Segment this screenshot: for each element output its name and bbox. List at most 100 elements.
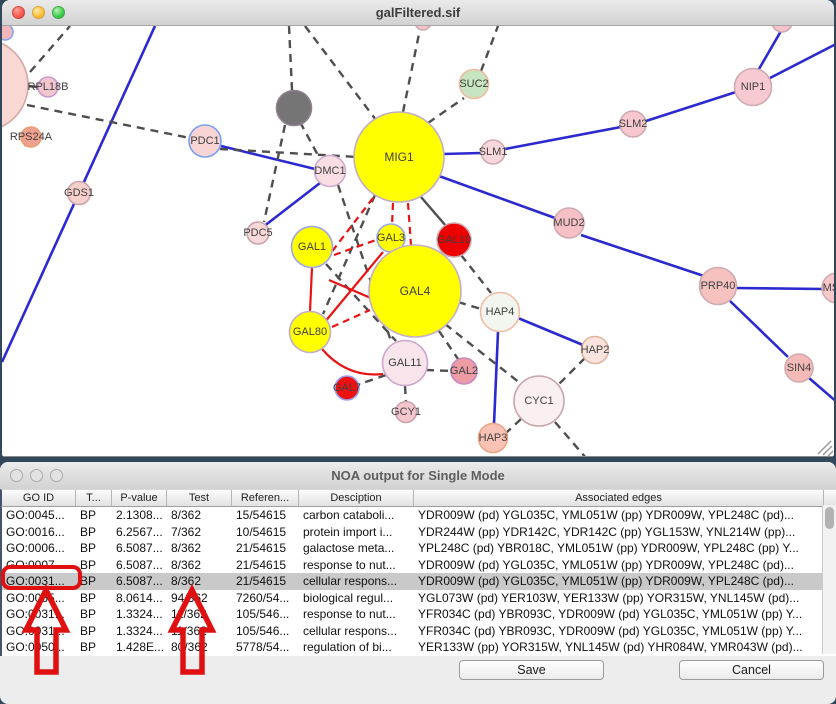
table-cell: 8/362 [167,557,232,574]
minimize-button-inactive[interactable] [30,469,43,482]
table-cell: 6.5087... [112,573,167,590]
network-edge [518,318,583,345]
table-cell: 8/362 [167,540,232,557]
node-label: HAP3 [479,432,508,444]
table-cell: 21/54615 [232,573,299,590]
table-cell: BP [76,524,112,541]
table-cell: BP [76,507,112,524]
column-header-t-[interactable]: T... [76,490,112,506]
node-label: HAP4 [486,306,515,318]
network-edge [289,26,292,90]
zoom-button[interactable] [52,6,65,19]
node-label: GAL80 [293,326,327,338]
table-cell: response to nut... [299,606,414,623]
table-cell: galactose meta... [299,540,414,557]
table-cell: cellular respons... [299,573,414,590]
table-row-2[interactable]: GO:0016...BP6.2567...7/36210/54615protei… [2,524,836,541]
column-header-blank [824,490,836,506]
column-header-p-value[interactable]: P-value [112,490,167,506]
table-cell: 1.3324... [112,606,167,623]
column-header-referen-[interactable]: Referen... [232,490,299,506]
node-label: SLM2 [619,118,648,130]
node-unlabeled[interactable] [2,26,13,40]
table-cell: GO:0050... [2,639,76,656]
network-edge [581,235,704,276]
table-cell: YDR244W (pp) YDR142C, YDR142C (pp) YGL15… [414,524,824,541]
network-graph[interactable]: RPL18BRPS24AGDS1PDC1DMC1PDC5SUC2SLM1SLM2… [2,26,834,456]
table-row-5[interactable]: GO:0031...BP6.5087...8/36221/54615cellul… [2,573,836,590]
zoom-button-inactive[interactable] [50,469,63,482]
column-header-go-id[interactable]: GO ID [2,490,76,506]
table-row-6[interactable]: GO:0065...BP8.0614...94/3627260/54...bio… [2,590,836,607]
network-edge [357,375,386,385]
table-body: GO:0045...BP2.1308...8/36215/54615carbon… [0,507,836,656]
table-cell: YGL073W (pd) YER103W, YER133W (pp) YOR31… [414,590,824,607]
node-label: GDS1 [64,187,94,199]
resize-grip-icon[interactable] [818,441,833,456]
table-cell: 80/362 [167,639,232,656]
network-edge [481,26,498,71]
table-cell: YDR009W (pd) YGL035C, YML051W (pp) YDR00… [414,507,824,524]
network-edge [405,386,406,402]
save-button[interactable]: Save [459,660,604,680]
node-label: MSL1 [823,282,834,294]
table-cell: GO:0007... [2,557,76,574]
table-cell: 7260/54... [232,590,299,607]
node-unlabeled[interactable] [2,39,28,131]
node-label: GAL4 [400,284,431,298]
table-row-1[interactable]: GO:0045...BP2.1308...8/36215/54615carbon… [2,507,836,524]
table-cell: BP [76,623,112,640]
table-row-7[interactable]: GO:0031...BP1.3324...11/362105/546...res… [2,606,836,623]
column-header-test[interactable]: Test [167,490,232,506]
node-unlabeled[interactable] [415,26,431,30]
node-label: RPL18B [28,81,69,93]
column-header-desciption[interactable]: Desciption [299,490,414,506]
network-edge [646,92,736,121]
table-row-8[interactable]: GO:0031...BP1.3324...11/362105/546...cel… [2,623,836,640]
table-row-4[interactable]: GO:0007...BP6.5087...8/36221/54615respon… [2,557,836,574]
table-cell: 8.0614... [112,590,167,607]
network-window-titlebar[interactable]: galFiltered.sif [2,0,834,26]
table-row-3[interactable]: GO:0006...BP6.5087...8/36221/54615galact… [2,540,836,557]
close-button-inactive[interactable] [10,469,23,482]
network-edge [770,43,834,78]
node-label: GAL1 [298,241,326,253]
close-button[interactable] [12,6,25,19]
noa-window-titlebar[interactable]: NOA output for Single Mode [0,462,836,490]
network-edge [730,301,788,357]
table-cell: YFR034C (pd) YBR093C, YDR009W (pd) YGL03… [414,606,824,623]
node-label: PRP40 [701,280,736,292]
network-edge [461,255,491,293]
table-scrollbar[interactable] [822,505,836,654]
minimize-button[interactable] [32,6,45,19]
table-cell: 8/362 [167,573,232,590]
network-edge [759,31,781,69]
table-cell: 7/362 [167,524,232,541]
scrollbar-thumb[interactable] [825,507,834,529]
network-edge [30,26,70,72]
noa-output-window: NOA output for Single Mode GO IDT...P-va… [0,462,836,704]
network-edge [322,349,383,374]
network-canvas[interactable]: RPL18BRPS24AGDS1PDC1DMC1PDC5SUC2SLM1SLM2… [2,26,834,457]
table-cell: response to nut... [299,557,414,574]
cancel-button[interactable]: Cancel [679,660,824,680]
node-label: SIN4 [787,362,811,374]
network-edge [439,176,555,218]
noa-window-title: NOA output for Single Mode [0,462,836,489]
node-label: MIG1 [384,150,414,164]
node-unlabeled[interactable] [277,91,312,126]
column-header-associated-edges[interactable]: Associated edges [414,490,824,506]
node-label: RPS24A [10,131,53,143]
table-cell: 15/54615 [232,507,299,524]
table-row-9[interactable]: GO:0050...BP1.428E...80/3625778/54...reg… [2,639,836,656]
table-cell: YFR034C (pd) YBR093C, YDR009W (pd) YGL03… [414,623,824,640]
network-edge [439,331,458,359]
network-edge [494,332,498,424]
table-cell: carbon cataboli... [299,507,414,524]
table-cell: GO:0006... [2,540,76,557]
network-edge [443,153,481,154]
node-label: CYC1 [524,395,553,407]
node-unlabeled[interactable] [772,26,792,32]
network-edge [392,203,393,225]
node-label: GAL2 [450,365,478,377]
